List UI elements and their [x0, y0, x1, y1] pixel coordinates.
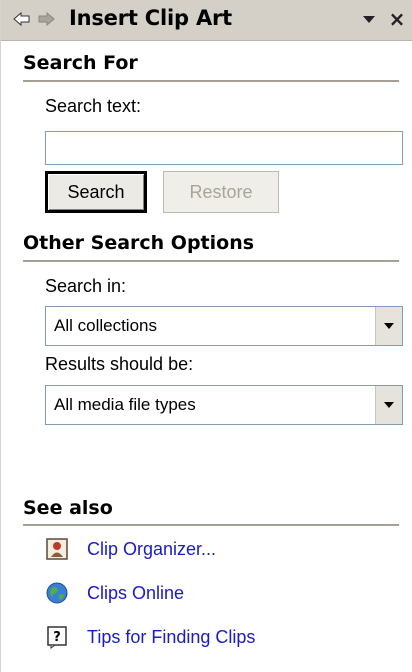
task-pane-title: Insert Clip Art	[69, 6, 233, 30]
svg-text:?: ?	[53, 630, 61, 645]
section-divider	[23, 524, 399, 526]
search-text-input[interactable]	[45, 131, 403, 165]
results-type-dropdown[interactable]: All media file types	[45, 385, 403, 425]
other-search-options-heading: Other Search Options	[23, 232, 255, 254]
see-also-heading: See also	[23, 497, 113, 519]
dropdown-arrow-button[interactable]	[375, 386, 402, 424]
dropdown-arrow-button[interactable]	[375, 307, 402, 345]
clip-organizer-link-label[interactable]: Clip Organizer...	[87, 539, 216, 560]
close-icon: ×	[388, 7, 406, 31]
chevron-down-icon	[384, 402, 394, 408]
section-divider	[23, 260, 399, 262]
back-button[interactable]	[13, 10, 31, 28]
clip-organizer-link[interactable]: Clip Organizer...	[45, 534, 216, 564]
search-for-heading: Search For	[23, 52, 138, 74]
globe-icon	[45, 581, 69, 605]
tips-for-finding-clips-link[interactable]: ? Tips for Finding Clips	[45, 622, 255, 652]
clips-online-link-label[interactable]: Clips Online	[87, 583, 184, 604]
section-divider	[23, 80, 399, 82]
help-icon: ?	[45, 625, 69, 649]
chevron-down-icon	[384, 323, 394, 329]
search-in-label: Search in:	[45, 276, 127, 296]
task-pane-titlebar: Insert Clip Art ×	[1, 0, 412, 41]
clip-organizer-icon	[45, 537, 69, 561]
forward-button[interactable]	[37, 10, 55, 28]
results-should-be-label: Results should be:	[45, 354, 194, 374]
search-text-label: Search text:	[45, 96, 142, 116]
search-button[interactable]: Search	[45, 171, 147, 213]
search-in-value: All collections	[54, 316, 157, 335]
restore-button[interactable]: Restore	[163, 171, 279, 213]
results-type-value: All media file types	[54, 395, 196, 414]
search-in-dropdown[interactable]: All collections	[45, 306, 403, 346]
tips-for-finding-clips-link-label[interactable]: Tips for Finding Clips	[87, 627, 255, 648]
task-pane-menu-button[interactable]	[361, 11, 377, 27]
clips-online-link[interactable]: Clips Online	[45, 578, 184, 608]
insert-clip-art-task-pane: Insert Clip Art × Search For Search text…	[0, 0, 412, 672]
close-button[interactable]: ×	[387, 9, 407, 29]
back-arrow-icon	[13, 11, 30, 27]
forward-arrow-icon	[38, 11, 55, 27]
chevron-down-icon	[363, 16, 375, 23]
